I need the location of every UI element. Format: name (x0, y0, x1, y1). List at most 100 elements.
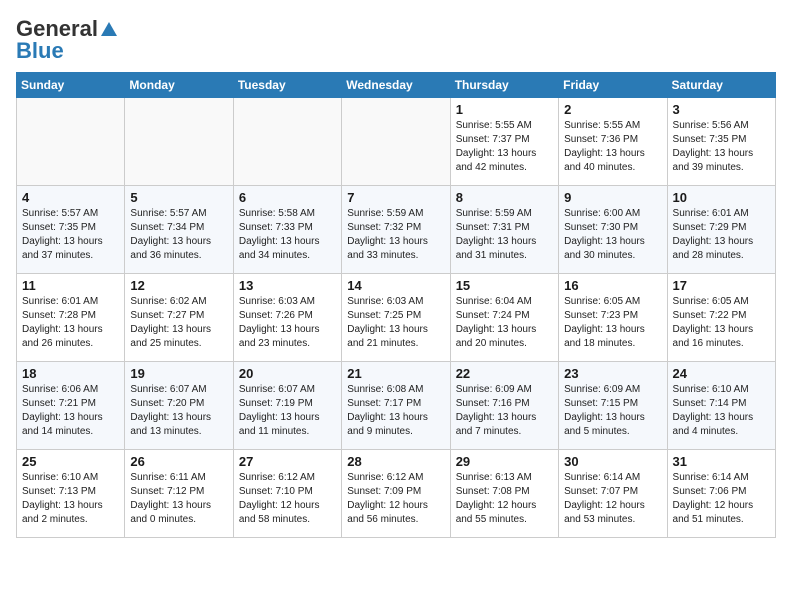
day-number: 12 (130, 278, 227, 293)
day-info: Sunrise: 6:00 AM Sunset: 7:30 PM Dayligh… (564, 207, 661, 263)
day-number: 3 (673, 102, 770, 117)
day-info: Sunrise: 6:09 AM Sunset: 7:16 PM Dayligh… (456, 383, 553, 439)
day-info: Sunrise: 5:57 AM Sunset: 7:34 PM Dayligh… (130, 207, 227, 263)
day-info: Sunrise: 6:13 AM Sunset: 7:08 PM Dayligh… (456, 471, 553, 527)
day-number: 10 (673, 190, 770, 205)
day-info: Sunrise: 5:59 AM Sunset: 7:31 PM Dayligh… (456, 207, 553, 263)
calendar-cell: 23 Sunrise: 6:09 AM Sunset: 7:15 PM Dayli… (559, 362, 667, 450)
calendar-cell: 15 Sunrise: 6:04 AM Sunset: 7:24 PM Dayli… (450, 274, 558, 362)
day-number: 20 (239, 366, 336, 381)
calendar-cell: 10 Sunrise: 6:01 AM Sunset: 7:29 PM Dayli… (667, 186, 775, 274)
calendar-row: 18 Sunrise: 6:06 AM Sunset: 7:21 PM Dayli… (17, 362, 776, 450)
logo: General Blue (16, 16, 118, 64)
day-number: 14 (347, 278, 444, 293)
calendar-table: SundayMondayTuesdayWednesdayThursdayFrid… (16, 72, 776, 538)
day-info: Sunrise: 6:07 AM Sunset: 7:20 PM Dayligh… (130, 383, 227, 439)
day-info: Sunrise: 6:10 AM Sunset: 7:14 PM Dayligh… (673, 383, 770, 439)
day-number: 28 (347, 454, 444, 469)
day-info: Sunrise: 6:01 AM Sunset: 7:28 PM Dayligh… (22, 295, 119, 351)
day-number: 30 (564, 454, 661, 469)
calendar-cell: 24 Sunrise: 6:10 AM Sunset: 7:14 PM Dayli… (667, 362, 775, 450)
calendar-cell: 14Sunrise: 6:03 AM Sunset: 7:25 PM Dayli… (342, 274, 450, 362)
calendar-cell: 22 Sunrise: 6:09 AM Sunset: 7:16 PM Dayli… (450, 362, 558, 450)
header-cell-tuesday: Tuesday (233, 73, 341, 98)
calendar-cell: 30 Sunrise: 6:14 AM Sunset: 7:07 PM Dayli… (559, 450, 667, 538)
day-info: Sunrise: 6:07 AM Sunset: 7:19 PM Dayligh… (239, 383, 336, 439)
day-number: 21 (347, 366, 444, 381)
day-info: Sunrise: 6:12 AM Sunset: 7:09 PM Dayligh… (347, 471, 444, 527)
calendar-cell: 31Sunrise: 6:14 AM Sunset: 7:06 PM Dayli… (667, 450, 775, 538)
calendar-cell: 25 Sunrise: 6:10 AM Sunset: 7:13 PM Dayli… (17, 450, 125, 538)
calendar-cell: 16 Sunrise: 6:05 AM Sunset: 7:23 PM Dayli… (559, 274, 667, 362)
day-number: 22 (456, 366, 553, 381)
day-info: Sunrise: 5:58 AM Sunset: 7:33 PM Dayligh… (239, 207, 336, 263)
day-info: Sunrise: 6:11 AM Sunset: 7:12 PM Dayligh… (130, 471, 227, 527)
calendar-cell: 9 Sunrise: 6:00 AM Sunset: 7:30 PM Daylig… (559, 186, 667, 274)
day-number: 11 (22, 278, 119, 293)
calendar-cell: 2 Sunrise: 5:55 AM Sunset: 7:36 PM Daylig… (559, 98, 667, 186)
day-number: 26 (130, 454, 227, 469)
day-number: 29 (456, 454, 553, 469)
day-number: 18 (22, 366, 119, 381)
calendar-cell: 1 Sunrise: 5:55 AM Sunset: 7:37 PM Daylig… (450, 98, 558, 186)
calendar-cell (17, 98, 125, 186)
logo-triangle-icon (100, 20, 118, 38)
calendar-cell: 4Sunrise: 5:57 AM Sunset: 7:35 PM Daylig… (17, 186, 125, 274)
day-number: 15 (456, 278, 553, 293)
day-info: Sunrise: 6:04 AM Sunset: 7:24 PM Dayligh… (456, 295, 553, 351)
day-number: 6 (239, 190, 336, 205)
calendar-cell: 12Sunrise: 6:02 AM Sunset: 7:27 PM Dayli… (125, 274, 233, 362)
calendar-row: 4Sunrise: 5:57 AM Sunset: 7:35 PM Daylig… (17, 186, 776, 274)
header: General Blue (16, 16, 776, 64)
day-number: 5 (130, 190, 227, 205)
day-number: 19 (130, 366, 227, 381)
day-info: Sunrise: 6:08 AM Sunset: 7:17 PM Dayligh… (347, 383, 444, 439)
day-number: 1 (456, 102, 553, 117)
calendar-cell: 13 Sunrise: 6:03 AM Sunset: 7:26 PM Dayli… (233, 274, 341, 362)
calendar-cell (233, 98, 341, 186)
calendar-cell (125, 98, 233, 186)
header-cell-thursday: Thursday (450, 73, 558, 98)
day-info: Sunrise: 6:03 AM Sunset: 7:26 PM Dayligh… (239, 295, 336, 351)
calendar-row: 1 Sunrise: 5:55 AM Sunset: 7:37 PM Daylig… (17, 98, 776, 186)
calendar-cell: 26 Sunrise: 6:11 AM Sunset: 7:12 PM Dayli… (125, 450, 233, 538)
header-cell-monday: Monday (125, 73, 233, 98)
day-info: Sunrise: 6:06 AM Sunset: 7:21 PM Dayligh… (22, 383, 119, 439)
day-info: Sunrise: 5:55 AM Sunset: 7:36 PM Dayligh… (564, 119, 661, 175)
header-cell-friday: Friday (559, 73, 667, 98)
day-number: 31 (673, 454, 770, 469)
calendar-cell: 28 Sunrise: 6:12 AM Sunset: 7:09 PM Dayli… (342, 450, 450, 538)
day-number: 2 (564, 102, 661, 117)
day-number: 24 (673, 366, 770, 381)
header-cell-saturday: Saturday (667, 73, 775, 98)
day-info: Sunrise: 5:59 AM Sunset: 7:32 PM Dayligh… (347, 207, 444, 263)
calendar-cell: 6 Sunrise: 5:58 AM Sunset: 7:33 PM Daylig… (233, 186, 341, 274)
day-info: Sunrise: 6:12 AM Sunset: 7:10 PM Dayligh… (239, 471, 336, 527)
day-info: Sunrise: 6:14 AM Sunset: 7:07 PM Dayligh… (564, 471, 661, 527)
day-number: 7 (347, 190, 444, 205)
day-info: Sunrise: 6:05 AM Sunset: 7:23 PM Dayligh… (564, 295, 661, 351)
day-info: Sunrise: 6:10 AM Sunset: 7:13 PM Dayligh… (22, 471, 119, 527)
day-number: 16 (564, 278, 661, 293)
day-number: 8 (456, 190, 553, 205)
day-number: 13 (239, 278, 336, 293)
calendar-cell: 11 Sunrise: 6:01 AM Sunset: 7:28 PM Dayli… (17, 274, 125, 362)
calendar-row: 25 Sunrise: 6:10 AM Sunset: 7:13 PM Dayli… (17, 450, 776, 538)
calendar-cell: 19 Sunrise: 6:07 AM Sunset: 7:20 PM Dayli… (125, 362, 233, 450)
calendar-cell (342, 98, 450, 186)
header-cell-wednesday: Wednesday (342, 73, 450, 98)
day-number: 9 (564, 190, 661, 205)
day-number: 23 (564, 366, 661, 381)
day-info: Sunrise: 5:57 AM Sunset: 7:35 PM Dayligh… (22, 207, 119, 263)
calendar-cell: 17 Sunrise: 6:05 AM Sunset: 7:22 PM Dayli… (667, 274, 775, 362)
header-cell-sunday: Sunday (17, 73, 125, 98)
day-info: Sunrise: 6:05 AM Sunset: 7:22 PM Dayligh… (673, 295, 770, 351)
calendar-cell: 29 Sunrise: 6:13 AM Sunset: 7:08 PM Dayli… (450, 450, 558, 538)
day-number: 17 (673, 278, 770, 293)
day-info: Sunrise: 5:55 AM Sunset: 7:37 PM Dayligh… (456, 119, 553, 175)
day-info: Sunrise: 6:01 AM Sunset: 7:29 PM Dayligh… (673, 207, 770, 263)
day-number: 25 (22, 454, 119, 469)
day-info: Sunrise: 6:09 AM Sunset: 7:15 PM Dayligh… (564, 383, 661, 439)
calendar-cell: 7 Sunrise: 5:59 AM Sunset: 7:32 PM Daylig… (342, 186, 450, 274)
logo-blue: Blue (16, 38, 64, 64)
